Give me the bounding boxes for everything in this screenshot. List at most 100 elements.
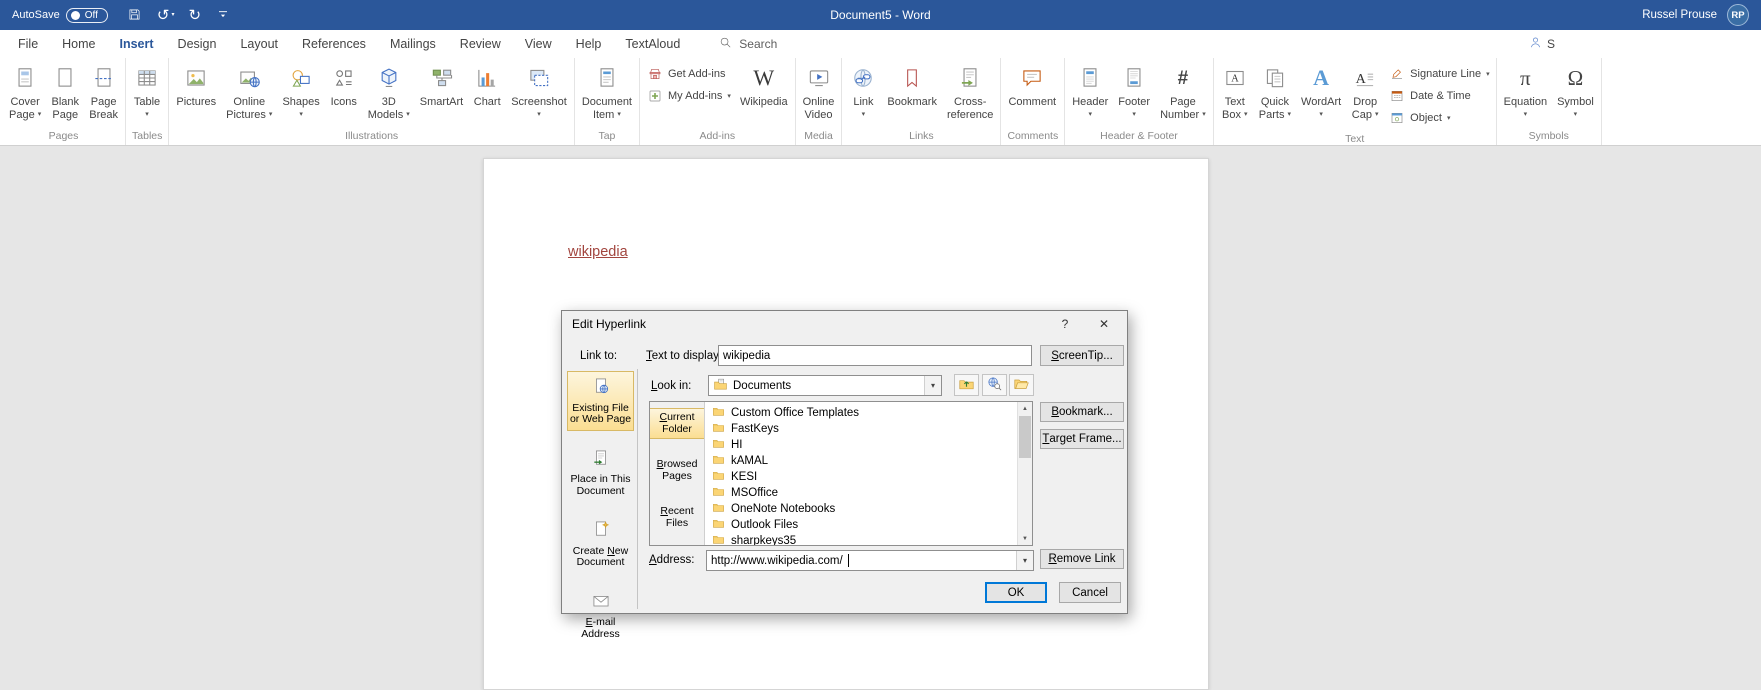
look-in-dropdown-button[interactable]: ▾	[924, 376, 941, 395]
ribbon-button-cross-reference[interactable]: Cross-reference	[942, 59, 998, 129]
browse-tab-recent-files[interactable]: Recent Files	[650, 502, 704, 533]
look-in-combo[interactable]: Documents ▾	[708, 375, 942, 396]
ribbon-button-signature-line[interactable]: Signature Line ▾	[1388, 64, 1490, 83]
ribbon-button-page-number[interactable]: # Page Number ▾	[1155, 59, 1211, 129]
tab-references[interactable]: References	[290, 30, 378, 58]
ribbon-button-link[interactable]: Link ▾	[844, 59, 882, 129]
folder-list-scrollbar[interactable]: ▲ ▼	[1017, 402, 1032, 545]
linkto-place-in-this-document[interactable]: Place in This Document	[567, 443, 634, 503]
address-combo[interactable]: http://www.wikipedia.com/ ▾	[706, 550, 1034, 571]
ribbon-button-3d-models[interactable]: 3D Models ▾	[363, 59, 415, 129]
ribbon-button-footer[interactable]: Footer ▾	[1113, 59, 1155, 129]
up-one-folder-button[interactable]	[954, 374, 979, 396]
redo-icon: ↻	[188, 6, 202, 24]
scrollbar-thumb[interactable]	[1019, 416, 1031, 458]
autosave-label: AutoSave	[12, 9, 60, 21]
cancel-button[interactable]: Cancel	[1059, 582, 1121, 603]
browse-files-button[interactable]	[1009, 374, 1034, 396]
ribbon-button-quick-parts[interactable]: Quick Parts ▾	[1254, 59, 1296, 132]
linkto-e-mail-address[interactable]: E-mail Address	[567, 586, 634, 646]
document-hyperlink[interactable]: wikipedia	[568, 244, 628, 260]
ribbon-button-date-time[interactable]: Date & Time	[1388, 86, 1489, 105]
ribbon-button-wikipedia[interactable]: W Wikipedia	[735, 59, 793, 129]
ribbon-button-my-add-ins[interactable]: My Add-ins ▾	[646, 86, 731, 105]
browse-tab-browsed-pages[interactable]: Browsed Pages	[650, 455, 704, 486]
dialog-close-button[interactable]: ✕	[1088, 312, 1120, 336]
ribbon-button-equation[interactable]: π Equation ▾	[1499, 59, 1552, 129]
ribbon-button-drop-cap[interactable]: A Drop Cap ▾	[1346, 59, 1384, 132]
search-box[interactable]: Search	[718, 35, 777, 53]
autosave-toggle[interactable]: Off	[65, 7, 108, 23]
dialog-title-bar[interactable]: Edit Hyperlink	[562, 311, 1127, 337]
tab-design[interactable]: Design	[166, 30, 229, 58]
tab-view[interactable]: View	[513, 30, 564, 58]
ribbon-button-shapes[interactable]: Shapes ▾	[277, 59, 324, 129]
folder-item-kamal[interactable]: kAMAL	[705, 453, 1017, 469]
ribbon-button-bookmark[interactable]: Bookmark	[882, 59, 942, 129]
window-title: Document5 - Word	[830, 8, 931, 22]
ribbon-button-icons[interactable]: Icons	[325, 59, 363, 129]
ribbon-button-document-item[interactable]: Document Item ▾	[577, 59, 637, 129]
dialog-help-button[interactable]: ?	[1049, 312, 1081, 336]
folder-item-outlook-files[interactable]: Outlook Files	[705, 517, 1017, 533]
ribbon-button-symbol[interactable]: Ω Symbol ▾	[1552, 59, 1599, 129]
folder-item-custom-office-templates[interactable]: Custom Office Templates	[705, 405, 1017, 421]
bookmark-button[interactable]: Bookmark...	[1040, 402, 1124, 422]
redo-button[interactable]: ↻	[188, 8, 201, 23]
folder-item-hi[interactable]: HI	[705, 437, 1017, 453]
scrollbar-up-arrow[interactable]: ▲	[1018, 402, 1032, 415]
customize-quick-access-toolbar-button[interactable]	[215, 6, 231, 24]
tab-layout[interactable]: Layout	[228, 30, 290, 58]
quick-access-toolbar: ↺ ▾ ↻	[126, 6, 231, 25]
ribbon-button-get-add-ins[interactable]: Get Add-ins	[646, 64, 731, 83]
user-name[interactable]: Russel Prouse	[1642, 9, 1717, 21]
ribbon-button-comment[interactable]: Comment	[1003, 59, 1061, 129]
ribbon-button-online-pictures[interactable]: Online Pictures ▾	[221, 59, 277, 129]
scrollbar-down-arrow[interactable]: ▼	[1018, 532, 1032, 545]
cross-reference-icon	[957, 63, 983, 93]
share-button[interactable]: S	[1528, 30, 1555, 58]
remove-link-button[interactable]: Remove Link	[1040, 549, 1124, 569]
ribbon-button-blank-page[interactable]: Blank Page	[46, 59, 84, 129]
text-to-display-input[interactable]	[718, 345, 1032, 366]
ribbon-group-pages: Cover Page ▾ Blank Page Page Break Pages	[2, 58, 127, 145]
tab-file[interactable]: File	[6, 30, 50, 58]
ribbon-button-table[interactable]: Table ▾	[128, 59, 166, 129]
screentip-button[interactable]: ScreenTip...	[1040, 345, 1124, 366]
ribbon-button-pictures[interactable]: Pictures	[171, 59, 221, 129]
folder-item-kesi[interactable]: KESI	[705, 469, 1017, 485]
address-dropdown-button[interactable]: ▾	[1016, 551, 1033, 570]
target-frame-button[interactable]: Target Frame...	[1040, 429, 1124, 449]
ribbon-button-header[interactable]: Header ▾	[1067, 59, 1113, 129]
ribbon-button-smartart[interactable]: SmartArt	[415, 59, 468, 129]
tab-help[interactable]: Help	[564, 30, 614, 58]
tab-insert[interactable]: Insert	[108, 30, 166, 58]
tab-review[interactable]: Review	[448, 30, 513, 58]
linkto-create-new-document[interactable]: Create New Document	[567, 514, 634, 574]
ribbon-group-label: Text	[1345, 133, 1365, 145]
ribbon-button-chart[interactable]: Chart	[468, 59, 506, 129]
undo-button[interactable]: ↺ ▾	[157, 8, 175, 23]
smartart-icon	[429, 63, 455, 93]
linkto-existing-file-or-web-page[interactable]: Existing File or Web Page	[567, 371, 634, 431]
folder-item-fastkeys[interactable]: FastKeys	[705, 421, 1017, 437]
ribbon-button-object[interactable]: Object ▾	[1388, 108, 1489, 127]
undo-dropdown-arrow[interactable]: ▾	[171, 12, 174, 18]
tab-home[interactable]: Home	[50, 30, 107, 58]
ribbon-button-screenshot[interactable]: Screenshot ▾	[506, 59, 572, 129]
ribbon-button-text-box[interactable]: A Text Box ▾	[1216, 59, 1254, 132]
ribbon-button-page-break[interactable]: Page Break	[84, 59, 123, 129]
tab-textaloud[interactable]: TextAloud	[613, 30, 692, 58]
folder-item-sharpkeys35[interactable]: sharpkeys35	[705, 533, 1017, 545]
ribbon-button-online-video[interactable]: Online Video	[798, 59, 840, 129]
folder-item-onenote-notebooks[interactable]: OneNote Notebooks	[705, 501, 1017, 517]
browse-tab-current-folder[interactable]: Current Folder	[650, 408, 704, 439]
ok-button[interactable]: OK	[985, 582, 1047, 603]
browse-web-button[interactable]	[982, 374, 1007, 396]
folder-item-msoffice[interactable]: MSOffice	[705, 485, 1017, 501]
ribbon-button-cover-page[interactable]: Cover Page ▾	[4, 59, 46, 129]
ribbon-button-wordart[interactable]: A WordArt ▾	[1296, 59, 1346, 132]
save-button[interactable]	[126, 6, 143, 25]
tab-mailings[interactable]: Mailings	[378, 30, 448, 58]
user-avatar[interactable]: RP	[1727, 4, 1749, 26]
